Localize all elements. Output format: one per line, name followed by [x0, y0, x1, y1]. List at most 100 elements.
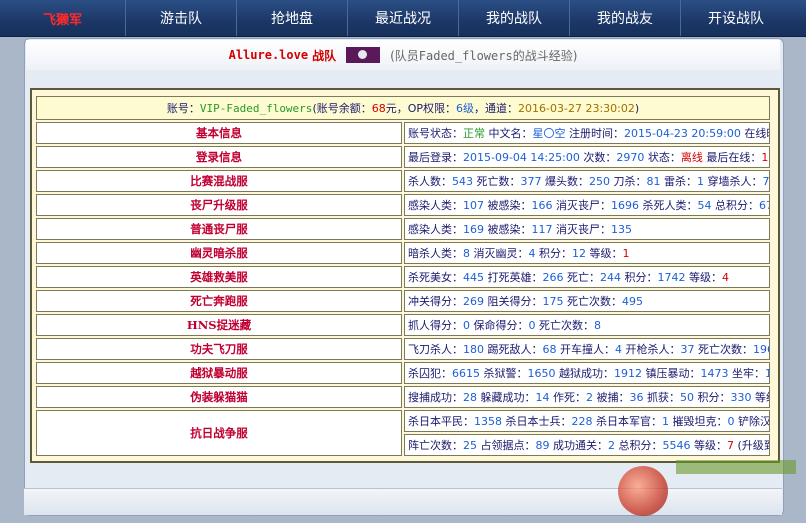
stat-label: 被闪杀人： [770, 175, 771, 188]
stat-label: 死亡： [563, 271, 600, 284]
stat-value: 495 [622, 295, 643, 308]
stat-label: 等级： [754, 391, 769, 404]
stat-value: 0 [463, 319, 470, 332]
nav-item-my-team[interactable]: 我的战队 [458, 0, 569, 36]
site-logo[interactable]: 飞獭军 [0, 0, 125, 36]
clan-name[interactable]: Allure.love [229, 48, 308, 62]
row-label: 死亡奔跑服 [36, 290, 402, 312]
stat-label: 次数： [579, 151, 617, 164]
row-stats: 搜捕成功：28 躲藏成功：14 作死：2 被捕：36 抓获：50 积分：330 … [404, 386, 770, 408]
stat-value: 445 [463, 271, 484, 284]
stat-value: 89 [535, 439, 550, 452]
stat-label: 穿墙杀人： [704, 175, 763, 188]
stat-label: 冲关得分： [408, 295, 463, 308]
clan-flag-icon [346, 47, 381, 63]
stat-value: 1696 [611, 199, 639, 212]
row-label: 比赛混战服 [36, 170, 402, 192]
stat-value: 4 [528, 247, 536, 260]
stat-label: 摧毁坦克： [669, 415, 728, 428]
stat-label: 死亡数： [473, 175, 521, 188]
row-stats: 杀人数：543 死亡数：377 爆头数：250 刀杀：81 雷杀：1 穿墙杀人：… [404, 170, 770, 192]
stat-label: 被感染： [484, 223, 532, 236]
row-stats: 最后登录：2015-09-04 14:25:00 次数：2970 状态：离线 最… [404, 146, 770, 168]
stats-row: 普通丧尸服 感染人类：169 被感染：117 消灭丧尸：135 [36, 218, 770, 240]
stat-value: 266 [542, 271, 564, 284]
stat-label: 等级： [685, 271, 722, 284]
nav-item-guerrilla[interactable]: 游击队 [125, 0, 236, 36]
stat-label: 抓获： [643, 391, 680, 404]
stat-label: 铲除汉奸： [737, 415, 770, 428]
stat-value: 2015-04-23 20:59:00 [624, 127, 741, 140]
account-id: VIP-Faded_flowers [199, 102, 313, 115]
stat-label: 躲藏成功： [477, 391, 536, 404]
stat-value: 166 [531, 199, 553, 212]
nav-item-my-friends[interactable]: 我的战友 [569, 0, 680, 36]
stat-value: 8 [594, 319, 601, 332]
stat-value: 28 [463, 391, 477, 404]
stat-value: 68 [542, 343, 557, 356]
stat-label: 最后登录： [408, 151, 463, 164]
stat-label: 账号状态： [408, 127, 463, 140]
stats-row: 抗日战争服 杀日本平民：1358 杀日本士兵：228 杀日本军官：1 摧毁坦克：0… [36, 410, 770, 456]
row-stats: 飞刀杀人：180 踢死敌人：68 开车撞人：4 开枪杀人：37 死亡次数：196… [404, 338, 770, 360]
row-label: 抗日战争服 [36, 410, 402, 456]
row-label: 英雄救美服 [36, 266, 402, 288]
row-label: 越狱暴动服 [36, 362, 402, 384]
watermark-banner [676, 460, 796, 474]
stat-value: 1 [697, 175, 704, 188]
stat-label: 死亡次数： [563, 295, 622, 308]
stat-value: 1 [622, 247, 630, 260]
stat-label: 搜捕成功： [408, 391, 463, 404]
stat-label: 杀狱警： [480, 367, 528, 380]
stat-value: 543 [452, 175, 473, 188]
stat-label: 杀囚犯： [408, 367, 452, 380]
stat-label: 积分： [535, 247, 572, 260]
nav-item-create-team[interactable]: 开设战队 [680, 0, 791, 36]
row-label: 普通丧尸服 [36, 218, 402, 240]
stats-row: 英雄救美服 杀死美女：445 打死英雄：266 死亡：244 积分：1742 等级… [36, 266, 770, 288]
stat-value: 14 [535, 391, 550, 404]
stat-value: 2 [608, 439, 615, 452]
nav-item-recent-battles[interactable]: 最近战况 [347, 0, 458, 36]
team-header: Allure.love 战队 (队员Faded_flowers的战斗经验) [26, 40, 780, 70]
stat-value: 6790 [759, 199, 769, 212]
stats-row: 登录信息 最后登录：2015-09-04 14:25:00 次数：2970 状态：… [36, 146, 770, 168]
stats-row: 基本信息 账号状态：正常 中文名：星〇空 注册时间：2015-04-23 20:5… [36, 122, 770, 144]
stat-label: 中文名： [485, 127, 533, 140]
stat-value: 244 [600, 271, 621, 284]
row-label: HNS捉迷藏 [36, 314, 402, 336]
stat-value: 228 [571, 415, 593, 428]
stats-row: 幽灵暗杀服 暗杀人类：8 消灭幽灵：4 积分：12 等级：1 [36, 242, 770, 264]
stat-label: (升级到下一等级还需要 [737, 439, 769, 452]
row-stats: 杀囚犯：6615 杀狱警：1650 越狱成功：1912 镇压暴动：1473 坐牢… [404, 362, 770, 384]
account-balance: 68 [371, 102, 386, 115]
stat-value: 2 [586, 391, 593, 404]
stat-value: 117 [531, 223, 553, 236]
stat-value: 2015-09-04 14:25:00 [463, 151, 580, 164]
stat-label: 消灭丧尸： [552, 199, 611, 212]
stat-value: 175 [542, 295, 564, 308]
stat-label: 消灭幽灵： [470, 247, 529, 260]
stat-value: 50 [680, 391, 694, 404]
stat-label: 作死： [549, 391, 586, 404]
row-stats: 感染人类：107 被感染：166 消灭丧尸：1696 杀死人类：54 总积分：6… [404, 194, 770, 216]
stat-value: 269 [463, 295, 484, 308]
watermark-logo-icon [618, 466, 668, 516]
stat-value: 8 [463, 247, 470, 260]
nav-item-territory[interactable]: 抢地盘 [236, 0, 347, 36]
row-label: 基本信息 [36, 122, 402, 144]
stat-label: 等级： [586, 247, 623, 260]
stats-row: 丧尸升级服 感染人类：107 被感染：166 消灭丧尸：1696 杀死人类：54 … [36, 194, 770, 216]
stat-value: 6615 [452, 367, 480, 380]
stat-value: 7 [727, 439, 734, 452]
stat-value: 4 [615, 343, 622, 356]
stat-value: 星〇空 [532, 127, 566, 140]
row-label: 功夫飞刀服 [36, 338, 402, 360]
account-time: 2016-03-27 23:30:02 [518, 102, 635, 115]
stat-label: 爆头数： [541, 175, 589, 188]
row-stats: 杀日本平民：1358 杀日本士兵：228 杀日本军官：1 摧毁坦克：0 铲除汉奸… [404, 410, 770, 432]
stat-value: 0 [727, 415, 735, 428]
stat-value: 7 [762, 175, 770, 188]
stat-label: 打死英雄： [484, 271, 543, 284]
stat-label: 保命得分： [470, 319, 529, 332]
